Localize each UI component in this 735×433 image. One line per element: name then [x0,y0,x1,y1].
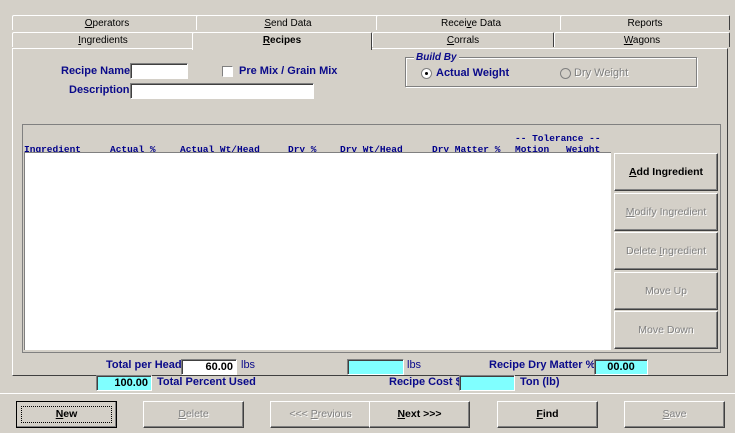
previous-mnemonic: P [310,408,318,420]
actual-weight-label: Actual Weight [436,67,510,79]
tab-operators-label: perators [92,18,130,29]
dry-weight-label: Dry Weight [574,67,629,79]
save-mnemonic: S [662,408,670,420]
tab-operators[interactable]: Operators [12,15,202,30]
dry-weight-radio[interactable] [560,68,571,79]
new-button[interactable]: New [16,401,117,428]
new-label: ew [63,408,78,420]
dry-weight-total-unit: lbs [407,359,422,371]
tab-receive-data-post: e Data [471,18,502,29]
description-field[interactable] [130,83,314,99]
tab-recipes-label: ecipes [270,35,302,46]
recipe-dry-matter-field: 00.00 [594,359,648,375]
tab-receive-data-pre: Recei [440,18,467,29]
modify-ingredient-label: odify Ingredient [634,206,707,218]
next-button[interactable]: Next >>> [369,401,470,428]
tolerance-header: -- Tolerance -- [515,133,601,144]
total-per-head-field[interactable]: 60.00 [181,359,237,375]
total-per-head-unit: lbs [241,359,256,371]
recipe-cost-field [459,375,515,391]
total-percent-label: Total Percent Used [157,376,256,388]
save-label: ave [669,408,687,420]
tab-operators-mnemonic: O [84,18,93,29]
previous-label-pre: <<< [289,408,311,420]
tab-wagons[interactable]: Wagons [554,32,730,47]
ingredients-grid[interactable] [24,152,611,350]
recipe-dry-matter-label: Recipe Dry Matter % [489,359,596,371]
tab-wagons-mnemonic: W [623,35,633,46]
delete-button[interactable]: Delete [143,401,244,428]
build-by-label: Build By [414,52,459,63]
find-button[interactable]: Find [497,401,598,428]
premix-checkbox[interactable] [222,66,233,77]
tab-corrals-label: orrals [454,35,480,46]
tab-receive-data[interactable]: Receive Data [376,15,566,30]
dry-weight-total-field [347,359,404,375]
delete-label: elete [185,408,209,420]
save-button[interactable]: Save [624,401,725,428]
delete-ingredient-button[interactable]: Delete Ingredient [614,232,718,270]
recipe-cost-unit: Ton (lb) [520,376,560,388]
tab-recipes-mnemonic: R [262,35,271,46]
move-up-button[interactable]: Move Up [614,272,718,310]
next-label: ext >>> [405,408,442,420]
tab-wagons-label: agons [632,35,661,46]
add-ingredient-button[interactable]: Add Ingredient [614,153,718,191]
description-label: Description [69,84,130,96]
add-ingredient-mnemonic: A [628,166,637,178]
modify-ingredient-button[interactable]: Modify Ingredient [614,193,718,231]
delete-ingredient-label-pre: Delete [626,245,660,257]
recipe-cost-label: Recipe Cost $ [389,376,462,388]
recipe-name-field[interactable] [130,63,188,79]
delete-ingredient-label-post: ngredient [662,245,706,257]
actual-weight-radio[interactable] [421,68,432,79]
total-percent-field: 100.00 [96,375,152,391]
find-label: ind [542,408,559,420]
tab-reports[interactable]: Reports [560,15,730,30]
add-ingredient-label: dd Ingredient [636,166,704,178]
previous-button[interactable]: <<< Previous [270,401,371,428]
tab-recipes[interactable]: Recipes [192,32,372,50]
tab-send-data[interactable]: Send Data [196,15,380,30]
tab-send-data-label: end Data [271,18,312,29]
new-mnemonic: N [55,408,64,420]
tab-reports-label: Reports [627,18,663,29]
tab-ingredients[interactable]: Ingredients [12,32,194,47]
move-down-button[interactable]: Move Down [614,311,718,349]
previous-label-post: revious [317,408,352,420]
tab-ingredients-label: ngredients [81,35,128,46]
recipe-name-label: Recipe Name [61,65,131,77]
tab-corrals[interactable]: Corrals [372,32,554,47]
premix-label: Pre Mix / Grain Mix [239,65,338,77]
delete-mnemonic: D [178,408,186,420]
next-mnemonic: N [397,408,406,420]
total-per-head-label: Total per Head [106,359,182,371]
